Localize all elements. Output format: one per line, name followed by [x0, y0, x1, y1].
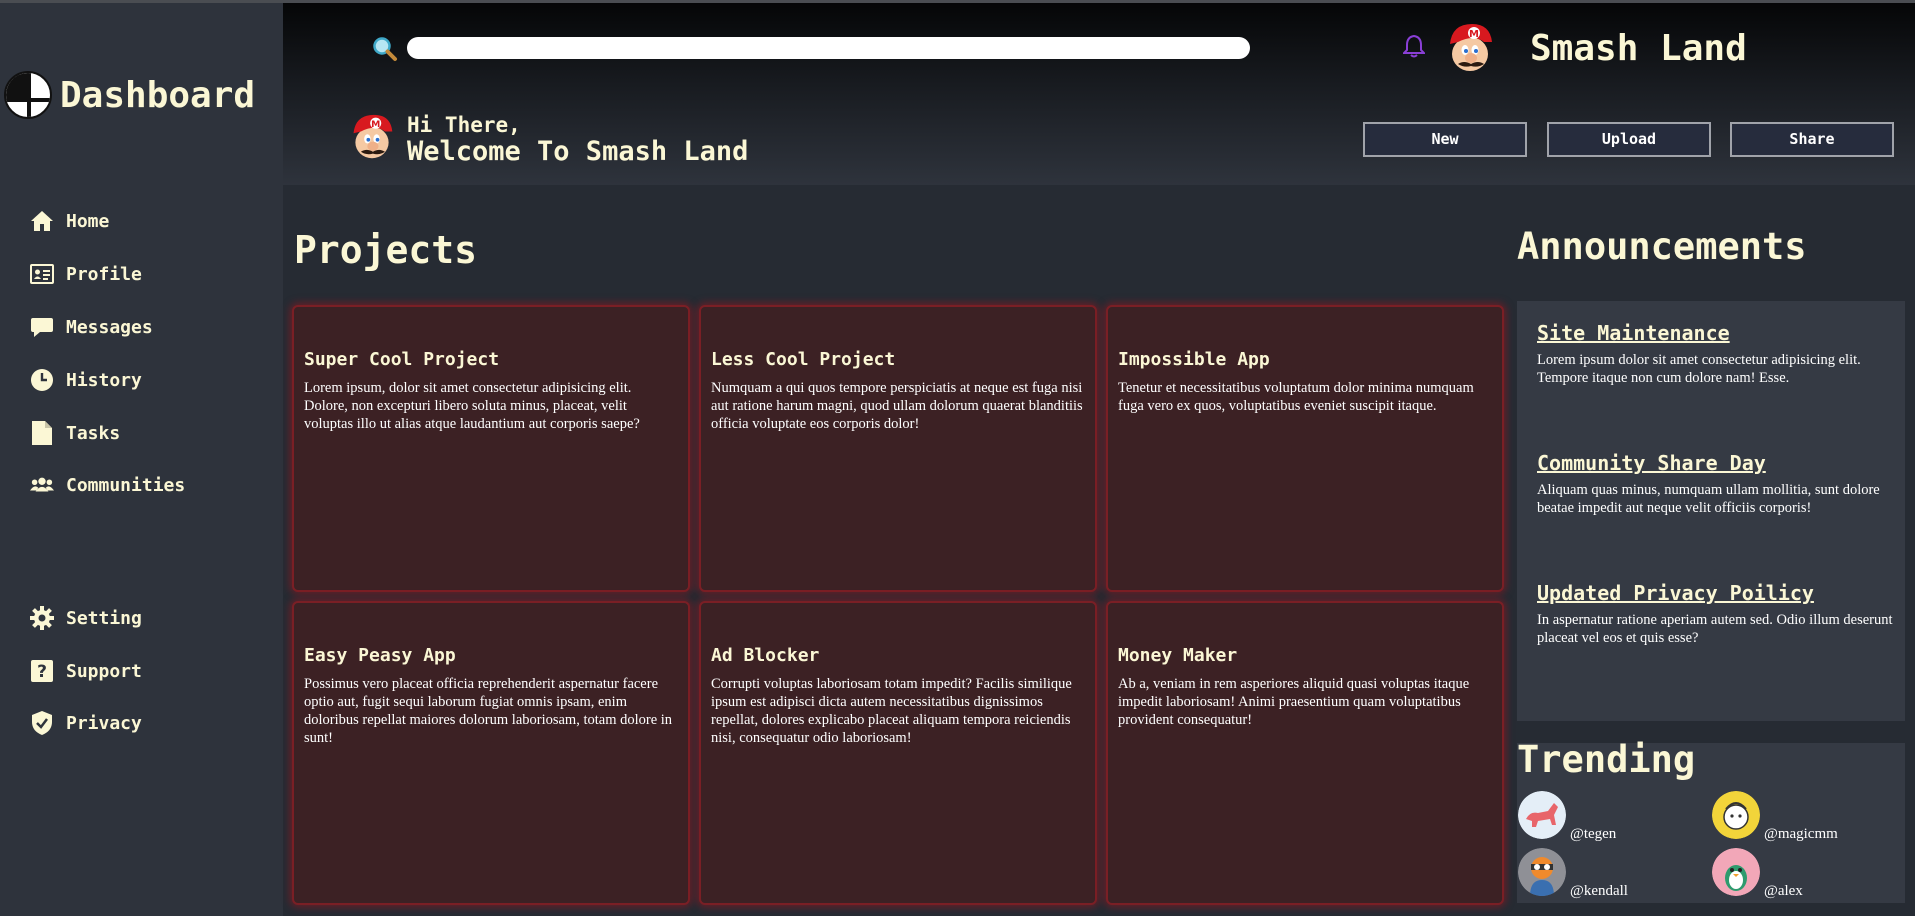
sidebar-item-privacy[interactable]: Privacy [30, 708, 142, 738]
gear-icon [30, 606, 54, 630]
avatar [1712, 848, 1760, 896]
sidebar-item-label: Privacy [66, 712, 142, 734]
project-card[interactable]: Impossible App Tenetur et necessitatibus… [1106, 305, 1504, 592]
svg-text:M: M [371, 119, 380, 130]
avatar [1518, 791, 1566, 839]
greeting-avatar: M [348, 110, 396, 164]
project-card-body: Possimus vero placeat officia reprehende… [304, 676, 673, 746]
project-card-body: Numquam a qui quos tempore perspiciatis … [711, 380, 1083, 432]
announcement-link[interactable]: Community Share Day [1537, 451, 1897, 475]
sidebar-item-label: Communities [66, 474, 186, 496]
brand[interactable]: Dashboard [4, 69, 255, 121]
project-card-title: Less Cool Project [711, 349, 896, 370]
share-button[interactable]: Share [1730, 122, 1894, 157]
project-card-title: Money Maker [1118, 645, 1238, 666]
trending-handle: @magicmm [1764, 826, 1838, 842]
announcement-body: Aliquam quas minus, numquam ullam mollit… [1537, 482, 1880, 516]
sidebar-item-communities[interactable]: Communities [30, 470, 185, 500]
document-icon [30, 421, 54, 445]
announcement-item: Site Maintenance Lorem ipsum dolor sit a… [1537, 321, 1897, 387]
project-card-body: Ab a, veniam in rem asperiores aliquid q… [1118, 676, 1470, 728]
trending-handle: @tegen [1570, 826, 1617, 842]
project-card[interactable]: Super Cool Project Lorem ipsum, dolor si… [292, 305, 690, 592]
announcement-item: Community Share Day Aliquam quas minus, … [1537, 451, 1897, 517]
brand-title: Dashboard [60, 74, 256, 116]
trending-user[interactable]: @magicmm [1712, 791, 1838, 842]
trending-title: Trending [1517, 738, 1696, 781]
sidebar: Dashboard Home Profile Messages History … [0, 3, 283, 916]
announcements-panel: Site Maintenance Lorem ipsum dolor sit a… [1517, 301, 1905, 721]
announcement-link[interactable]: Updated Privacy Poilicy [1537, 581, 1897, 605]
new-button[interactable]: New [1363, 122, 1527, 157]
sidebar-item-profile[interactable]: Profile [30, 259, 142, 289]
search-input[interactable] [407, 37, 1250, 59]
project-card[interactable]: Easy Peasy App Possimus vero placeat off… [292, 601, 690, 905]
project-card-title: Easy Peasy App [304, 645, 456, 666]
site-name: Smash Land [1530, 28, 1747, 69]
trending-user[interactable]: @kendall [1518, 848, 1628, 899]
sidebar-item-label: Setting [66, 607, 142, 629]
id-card-icon [30, 262, 54, 286]
sidebar-item-setting[interactable]: Setting [30, 603, 142, 633]
home-icon [30, 209, 54, 233]
svg-text:?: ? [37, 662, 47, 682]
avatar [1518, 848, 1566, 896]
avatar [1712, 791, 1760, 839]
project-card-body: Lorem ipsum, dolor sit amet consectetur … [304, 380, 640, 432]
announcement-body: In aspernatur ratione aperiam autem sed.… [1537, 612, 1893, 646]
sidebar-item-label: Home [66, 210, 110, 232]
announcement-body: Lorem ipsum dolor sit amet consectetur a… [1537, 352, 1861, 386]
trending-handle: @alex [1764, 883, 1803, 899]
svg-text:M: M [1469, 29, 1479, 40]
message-icon [30, 315, 54, 339]
trending-user[interactable]: @alex [1712, 848, 1803, 899]
project-card-title: Super Cool Project [304, 349, 500, 370]
project-card-body: Corrupti voluptas laboriosam totam imped… [711, 676, 1072, 746]
trending-handle: @kendall [1570, 883, 1628, 899]
project-card-title: Impossible App [1118, 349, 1270, 370]
announcements-title: Announcements [1517, 225, 1807, 268]
clock-icon [30, 368, 54, 392]
project-card[interactable]: Ad Blocker Corrupti voluptas laboriosam … [699, 601, 1097, 905]
user-avatar[interactable]: M [1444, 20, 1496, 76]
sidebar-item-messages[interactable]: Messages [30, 312, 153, 342]
projects-title: Projects [294, 228, 478, 272]
shield-icon [30, 711, 54, 735]
sidebar-item-tasks[interactable]: Tasks [30, 418, 120, 448]
sidebar-item-support[interactable]: ? Support [30, 656, 142, 686]
users-icon [30, 473, 54, 497]
upload-button[interactable]: Upload [1547, 122, 1711, 157]
sidebar-item-history[interactable]: History [30, 365, 142, 395]
greeting-line-1: Hi There, [407, 113, 521, 137]
sidebar-item-label: Profile [66, 263, 142, 285]
smash-logo-icon [4, 71, 52, 119]
project-card[interactable]: Less Cool Project Numquam a qui quos tem… [699, 305, 1097, 592]
search-icon[interactable] [372, 36, 398, 62]
project-card-title: Ad Blocker [711, 645, 820, 666]
greeting-line-2: Welcome To Smash Land [407, 136, 749, 167]
trending-user[interactable]: @tegen [1518, 791, 1616, 842]
sidebar-item-label: Tasks [66, 422, 121, 444]
project-card-body: Tenetur et necessitatibus voluptatum dol… [1118, 380, 1474, 414]
sidebar-item-label: Messages [66, 316, 153, 338]
sidebar-item-home[interactable]: Home [30, 206, 109, 236]
announcement-item: Updated Privacy Poilicy In aspernatur ra… [1537, 581, 1897, 647]
sidebar-item-label: Support [66, 660, 142, 682]
question-icon: ? [30, 659, 54, 683]
sidebar-item-label: History [66, 369, 142, 391]
project-card[interactable]: Money Maker Ab a, veniam in rem asperior… [1106, 601, 1504, 905]
bell-icon[interactable] [1401, 34, 1427, 58]
announcement-link[interactable]: Site Maintenance [1537, 321, 1897, 345]
